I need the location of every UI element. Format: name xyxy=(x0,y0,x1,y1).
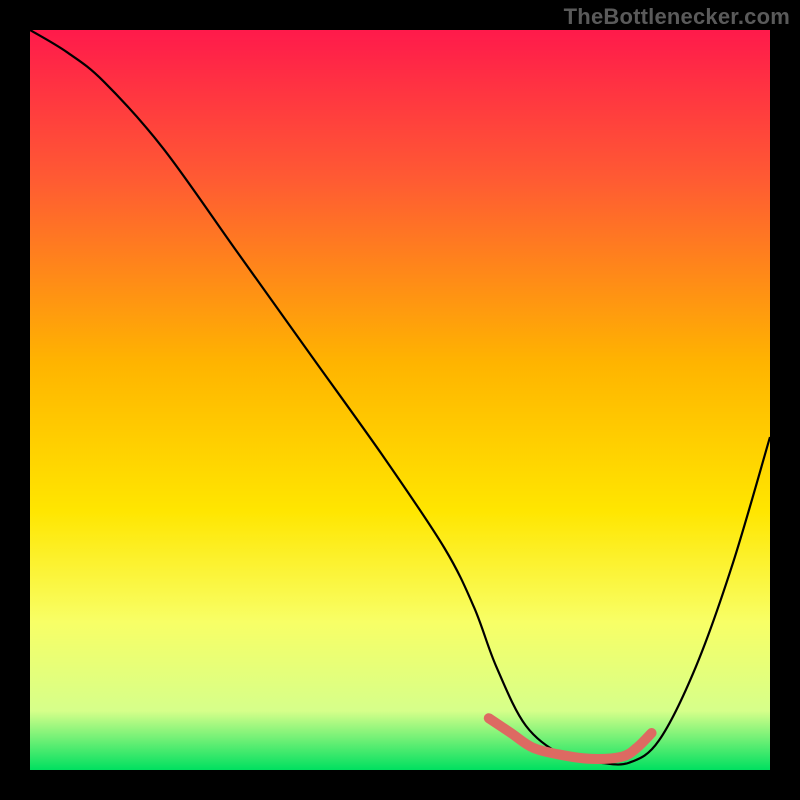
attribution-text: TheBottlenecker.com xyxy=(564,4,790,30)
gradient-background xyxy=(30,30,770,770)
plot-area xyxy=(30,30,770,770)
bottleneck-chart xyxy=(30,30,770,770)
chart-frame: TheBottlenecker.com xyxy=(0,0,800,800)
